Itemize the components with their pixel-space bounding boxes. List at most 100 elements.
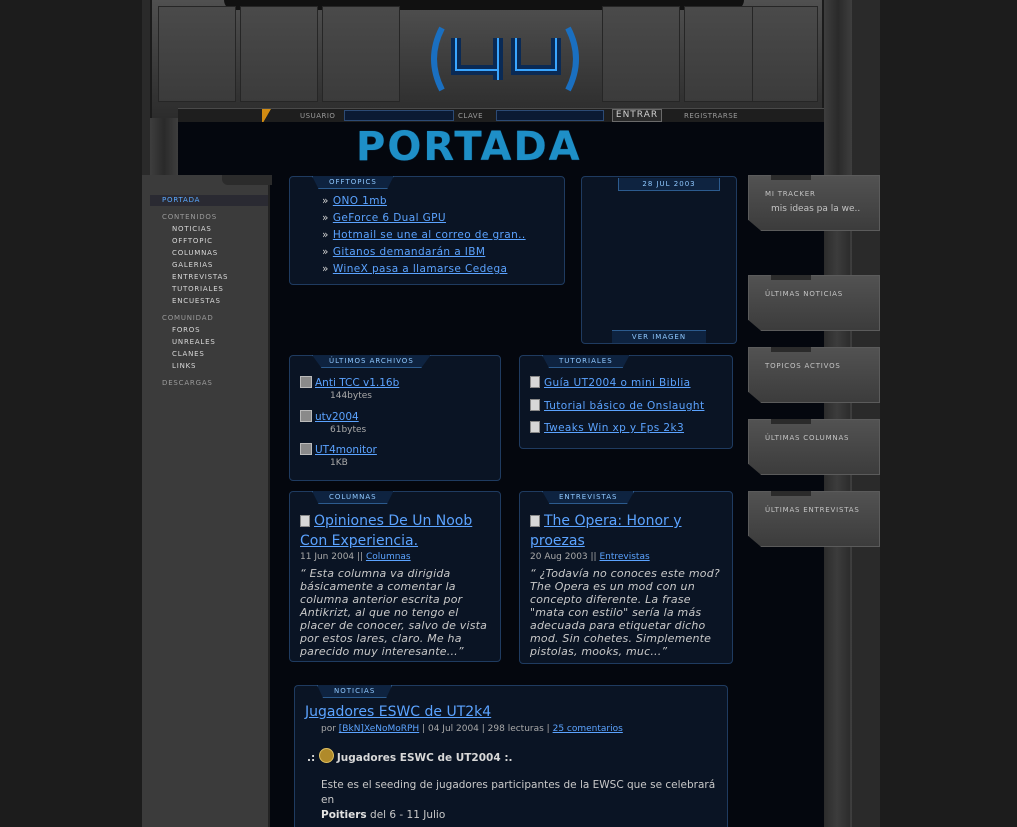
list-item: » GeForce 6 Dual GPU — [322, 212, 446, 224]
disk-icon — [300, 410, 312, 422]
news-subtitle-prefix: .: — [307, 752, 316, 764]
news-body-text: Este es el seeding de jugadores particip… — [321, 779, 716, 806]
nav-item-galerias[interactable]: GALERIAS — [172, 261, 213, 269]
nav-item-descargas[interactable]: DESCARGAS — [162, 379, 213, 387]
enter-button[interactable]: ENTRAR — [612, 109, 662, 122]
tutorial-item: Tweaks Win xp y Fps 2k3 — [530, 421, 684, 434]
nav-item-entrevistas[interactable]: ENTREVISTAS — [172, 273, 228, 281]
offtopic-link[interactable]: WineX pasa a llamarse Cedega — [333, 263, 508, 275]
file-size: 1KB — [330, 458, 348, 468]
offtopic-link[interactable]: Gitanos demandarán a IBM — [333, 246, 486, 258]
columns-panel: COLUMNAS Opiniones De Un Noob Con Experi… — [289, 491, 501, 662]
file-item: utv2004 61bytes — [300, 410, 366, 435]
latest-interviews-widget[interactable]: ÚLTIMAS ENTREVISTAS — [748, 491, 880, 547]
file-size: 144bytes — [330, 391, 372, 401]
disk-icon — [300, 376, 312, 388]
offtopic-link[interactable]: ONO 1mb — [333, 195, 387, 207]
interview-excerpt: “ ¿Todavía no conoces este mod? The Oper… — [530, 567, 720, 658]
nav-item-unreales[interactable]: UNREALES — [172, 338, 216, 346]
offtopics-panel: OFFTOPICS » ONO 1mb » GeForce 6 Dual GPU »… — [289, 176, 565, 285]
column-section-link[interactable]: Columnas — [366, 552, 411, 562]
tutorial-item: Guía UT2004 o mini Biblia — [530, 376, 691, 389]
news-date-reads: | 04 Jul 2004 | 298 lecturas | — [422, 724, 550, 734]
news-panel: NOTICIAS Jugadores ESWC de UT2k4 por [Bk… — [294, 685, 728, 827]
active-topics-title: TOPICOS ACTIVOS — [765, 362, 841, 370]
nav-item-columnas[interactable]: COLUMNAS — [172, 249, 218, 257]
header-plate — [752, 6, 818, 102]
header-plate — [240, 6, 318, 102]
nav-item-offtopic[interactable]: OFFTOPIC — [172, 237, 213, 245]
interviews-panel: ENTREVISTAS The Opera: Honor y proezas 2… — [519, 491, 733, 664]
header-plate — [684, 6, 762, 102]
news-heading-link[interactable]: Jugadores ESWC de UT2k4 — [305, 704, 491, 720]
latest-news-title: ÚLTIMAS NOTICIAS — [765, 290, 843, 298]
register-link[interactable]: REGISTRARSE — [684, 112, 738, 120]
columns-title: COLUMNAS — [312, 491, 394, 504]
interviews-title: ENTREVISTAS — [542, 491, 635, 504]
active-topics-widget[interactable]: TOPICOS ACTIVOS — [748, 347, 880, 403]
interview-date: 20 Aug 2003 || — [530, 552, 597, 562]
news-dates: del 6 - 11 Julio — [370, 809, 446, 821]
login-bar: USUARIO CLAVE ENTRAR REGISTRARSE — [178, 108, 824, 123]
nav-section-contenidos[interactable]: CONTENIDOS — [162, 213, 217, 221]
nav-item-clanes[interactable]: CLANES — [172, 350, 205, 358]
tutorials-title: TUTORIALES — [542, 355, 630, 368]
tutorial-link[interactable]: Guía UT2004 o mini Biblia — [544, 377, 691, 389]
header-plate — [602, 6, 680, 102]
password-input[interactable] — [496, 110, 604, 121]
news-comments-link[interactable]: 25 comentarios — [553, 724, 623, 734]
file-link[interactable]: UT4monitor — [315, 444, 377, 456]
medal-icon — [318, 748, 334, 763]
left-navigation: PORTADA CONTENIDOS NOTICIAS OFFTOPIC COL… — [142, 175, 272, 827]
latest-columns-widget[interactable]: ÚLTIMAS COLUMNAS — [748, 419, 880, 475]
nav-item-portada[interactable]: PORTADA — [162, 196, 200, 204]
news-meta: por [BkN]XeNoMoRPH | 04 Jul 2004 | 298 l… — [321, 724, 623, 734]
right-sidebar: Mi TRACKER mis ideas pa la we.. ÚLTIMAS … — [746, 175, 880, 827]
column-excerpt: “ Esta columna va dirigida básicamente a… — [300, 567, 488, 658]
file-link[interactable]: Anti TCC v1.16b — [315, 377, 399, 389]
column-heading-link[interactable]: Opiniones De Un Noob Con Experiencia. — [300, 513, 472, 549]
nav-item-encuestas[interactable]: ENCUESTAS — [172, 297, 221, 305]
password-label: CLAVE — [458, 112, 484, 120]
interview-section-link[interactable]: Entrevistas — [599, 552, 649, 562]
nav-item-tutoriales[interactable]: TUTORIALES — [172, 285, 224, 293]
image-date: 28 JUL 2003 — [618, 178, 720, 191]
tutorial-link[interactable]: Tweaks Win xp y Fps 2k3 — [544, 422, 684, 434]
widget-tab — [771, 491, 811, 496]
hazard-stripe — [262, 109, 276, 123]
offtopics-list: » ONO 1mb » GeForce 6 Dual GPU » Hotmail se… — [322, 193, 526, 278]
view-image-link[interactable]: VER IMAGEN — [612, 330, 706, 343]
interview-heading-link[interactable]: The Opera: Honor y proezas — [530, 513, 682, 549]
news-by-label: por — [321, 724, 336, 734]
tracker-widget[interactable]: Mi TRACKER mis ideas pa la we.. — [748, 175, 880, 231]
disk-icon — [300, 443, 312, 455]
file-item: Anti TCC v1.16b 144bytes — [300, 376, 399, 401]
file-item: UT4monitor 1KB — [300, 443, 377, 468]
news-author-link[interactable]: [BkN]XeNoMoRPH — [339, 724, 419, 734]
list-item: » WineX pasa a llamarse Cedega — [322, 263, 508, 275]
nav-item-noticias[interactable]: NOTICIAS — [172, 225, 212, 233]
document-icon — [530, 421, 540, 433]
nav-section-comunidad[interactable]: COMUNIDAD — [162, 314, 214, 322]
latest-news-widget[interactable]: ÚLTIMAS NOTICIAS — [748, 275, 880, 331]
file-link[interactable]: utv2004 — [315, 411, 359, 423]
interview-article: The Opera: Honor y proezas 20 Aug 2003 |… — [530, 510, 724, 658]
header-plate — [158, 6, 236, 102]
tutorial-link[interactable]: Tutorial básico de Onslaught — [544, 400, 704, 412]
site-logo — [431, 26, 579, 92]
page-title: PORTADA — [356, 124, 582, 170]
username-input[interactable] — [344, 110, 454, 121]
widget-tab — [771, 419, 811, 424]
latest-files-title: ÚLTIMOS ARCHIVOS — [312, 355, 431, 368]
nav-item-foros[interactable]: FOROS — [172, 326, 200, 334]
latest-interviews-title: ÚLTIMAS ENTREVISTAS — [765, 506, 860, 514]
offtopic-link[interactable]: Hotmail se une al correo de gran.. — [333, 229, 526, 241]
header-plate — [322, 6, 400, 102]
column-meta: 11 Jun 2004 || Columnas — [300, 552, 492, 562]
news-subtitle: .: Jugadores ESWC de UT2004 :. — [307, 748, 513, 764]
news-place: Poitiers — [321, 809, 367, 821]
nav-item-links[interactable]: LINKS — [172, 362, 196, 370]
offtopic-link[interactable]: GeForce 6 Dual GPU — [333, 212, 446, 224]
widget-tab — [771, 175, 811, 180]
offtopics-title: OFFTOPICS — [312, 176, 394, 189]
